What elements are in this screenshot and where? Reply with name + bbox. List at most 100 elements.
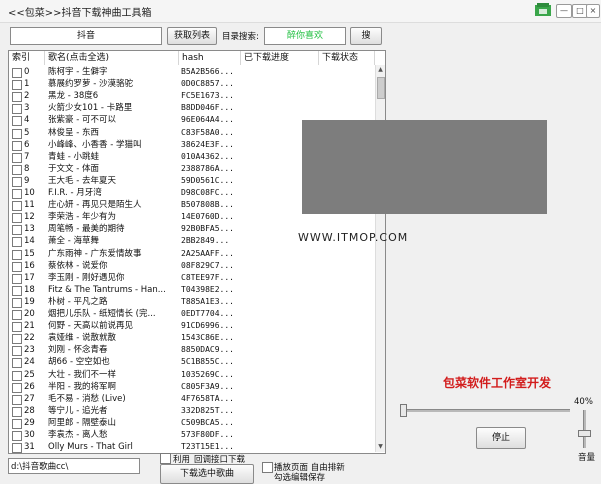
row-hash: 1543C86E...: [181, 333, 234, 343]
row-checkbox[interactable]: [12, 176, 22, 187]
close-button[interactable]: ×: [586, 4, 600, 18]
table-row[interactable]: 17 李玉刚 - 刚好遇见你 C8TEE97F...: [9, 272, 375, 284]
table-row[interactable]: 0 陈柯宇 - 生僻字 B5A2B566...: [9, 66, 375, 78]
row-checkbox[interactable]: [12, 370, 22, 381]
row-checkbox[interactable]: [12, 237, 22, 248]
table-row[interactable]: 31 Olly Murs - That Girl T23T15E1...: [9, 441, 375, 453]
header-index[interactable]: 索引: [9, 51, 45, 65]
row-song: 广东雨神 - 广东爱情故事: [48, 248, 142, 259]
row-index: 24: [24, 357, 35, 368]
row-song: 烟把儿乐队 - 纸短情长 (完...: [48, 309, 156, 319]
row-checkbox[interactable]: [12, 152, 22, 163]
table-row[interactable]: 21 何野 - 天高以前说再见 91CD6996...: [9, 320, 375, 333]
volume-handle[interactable]: [578, 429, 591, 437]
row-checkbox[interactable]: [12, 68, 22, 78]
table-row[interactable]: 22 袁娅维 - 说散就散 1543C86E...: [9, 332, 375, 345]
scroll-down-icon[interactable]: ▼: [376, 442, 385, 452]
use-checkbox[interactable]: [160, 453, 171, 464]
row-checkbox[interactable]: [12, 213, 22, 224]
table-row[interactable]: 20 烟把儿乐队 - 纸短情长 (完... 0EDT7704...: [9, 308, 375, 320]
header-hash[interactable]: hash: [179, 51, 241, 65]
row-index: 7: [24, 151, 30, 162]
row-hash: 91CD6996...: [181, 321, 234, 331]
song-list[interactable]: 索引 歌名(点击全选) hash 已下载进度 下载状态 0 陈柯宇 - 生僻字 B5…: [8, 50, 386, 454]
table-row[interactable]: 2 黑龙 - 38度6 FC5E1673...: [9, 90, 375, 103]
row-hash: 0EDT7704...: [181, 309, 234, 318]
row-song: 小峰峰、小香香 - 学猫叫: [48, 139, 142, 150]
row-checkbox[interactable]: [12, 394, 22, 405]
row-index: 18: [24, 284, 35, 295]
row-index: 20: [24, 309, 35, 319]
row-checkbox[interactable]: [12, 443, 22, 453]
row-checkbox[interactable]: [12, 346, 22, 357]
table-row[interactable]: 16 蔡依林 - 说爱你 08F829C7...: [9, 260, 375, 272]
stop-button[interactable]: 停止: [476, 427, 526, 449]
row-checkbox[interactable]: [12, 128, 22, 139]
playback-progress-slider[interactable]: [400, 403, 570, 417]
search-input[interactable]: 醉你喜欢: [264, 27, 346, 45]
table-row[interactable]: 1 慕展约罗萝 - 沙漠骆驼 0D0C8857...: [9, 78, 375, 91]
download-selected-button[interactable]: 下载选中歌曲: [160, 464, 254, 484]
studio-credit: 包菜软件工作室开发: [443, 376, 552, 390]
row-checkbox[interactable]: [12, 418, 22, 429]
row-checkbox[interactable]: [12, 80, 22, 91]
row-song: 林俊呈 - 东西: [48, 127, 99, 138]
row-checkbox[interactable]: [12, 92, 22, 103]
row-song: 半阳 - 我的将军啊: [48, 381, 116, 392]
table-row[interactable]: 18 Fitz & The Tantrums - Han... T04398E2..…: [9, 284, 375, 296]
header-status[interactable]: 下载状态: [319, 51, 375, 65]
table-row[interactable]: 29 阿里郎 - 隔壁泰山 C509BCA5...: [9, 417, 375, 429]
row-checkbox[interactable]: [12, 140, 22, 151]
row-checkbox[interactable]: [12, 201, 22, 212]
table-row[interactable]: 15 广东雨神 - 广东爱情故事 2A25AAFF...: [9, 248, 375, 260]
search-button[interactable]: 搜: [350, 27, 382, 45]
table-row[interactable]: 27 毛不易 - 消愁 (Live) 4F7658TA...: [9, 393, 375, 405]
row-song: 袁娅维 - 说散就散: [48, 333, 116, 344]
window-title: <<包菜>>抖音下载神曲工具箱: [8, 8, 152, 19]
row-index: 10: [24, 188, 35, 198]
row-checkbox[interactable]: [12, 297, 22, 308]
source-input[interactable]: 抖音: [10, 27, 162, 45]
table-row[interactable]: 28 等宁儿 - 追光者 332D825T...: [9, 405, 375, 417]
scroll-thumb[interactable]: [377, 77, 385, 99]
row-checkbox[interactable]: [12, 249, 22, 260]
row-checkbox[interactable]: [12, 261, 22, 272]
row-hash: 332D825T...: [181, 405, 234, 415]
row-checkbox[interactable]: [12, 273, 22, 284]
row-checkbox[interactable]: [12, 164, 22, 175]
row-checkbox[interactable]: [12, 406, 22, 417]
row-hash: FC5E1673...: [181, 91, 234, 101]
row-index: 9: [24, 175, 30, 186]
row-checkbox[interactable]: [12, 189, 22, 199]
table-row[interactable]: 19 朴树 - 平凡之路 T885A1E3...: [9, 296, 375, 308]
row-song: Fitz & The Tantrums - Han...: [48, 284, 166, 295]
progress-handle[interactable]: [400, 404, 407, 417]
play-page-checkbox[interactable]: [262, 462, 273, 473]
scroll-up-icon[interactable]: ▲: [376, 65, 385, 75]
skin-icon[interactable]: [533, 2, 553, 18]
table-row[interactable]: 26 半阳 - 我的将军啊 C805F3A9...: [9, 381, 375, 393]
fetch-list-button[interactable]: 获取列表: [167, 27, 217, 45]
header-song-select-all[interactable]: 歌名(点击全选): [45, 51, 179, 65]
row-checkbox[interactable]: [12, 116, 22, 127]
volume-slider[interactable]: [577, 410, 591, 448]
row-checkbox[interactable]: [12, 225, 22, 236]
minimize-button[interactable]: —: [556, 4, 572, 18]
row-checkbox[interactable]: [12, 358, 22, 369]
row-checkbox[interactable]: [12, 382, 22, 393]
row-checkbox[interactable]: [12, 310, 22, 320]
save-path-input[interactable]: d:\抖音歌曲cc\: [8, 458, 140, 474]
header-progress[interactable]: 已下载进度: [241, 51, 319, 65]
row-checkbox[interactable]: [12, 431, 22, 441]
table-row[interactable]: 30 李袁杰 - 离人愁 573F80DF...: [9, 429, 375, 441]
table-row[interactable]: 23 刘刚 - 怀念青春 8850DAC9...: [9, 344, 375, 357]
row-checkbox[interactable]: [12, 104, 22, 115]
table-row[interactable]: 3 火箭少女101 - 卡路里 B8DD046F...: [9, 102, 375, 115]
row-checkbox[interactable]: [12, 322, 22, 333]
row-song: 张紫豪 - 可不可以: [48, 115, 116, 126]
table-row[interactable]: 24 胡66 - 空空如也 5C1B855C...: [9, 356, 375, 369]
row-checkbox[interactable]: [12, 285, 22, 296]
row-index: 11: [24, 200, 35, 211]
row-checkbox[interactable]: [12, 334, 22, 345]
table-row[interactable]: 25 大壮 - 我们不一样 1035269C...: [9, 369, 375, 381]
